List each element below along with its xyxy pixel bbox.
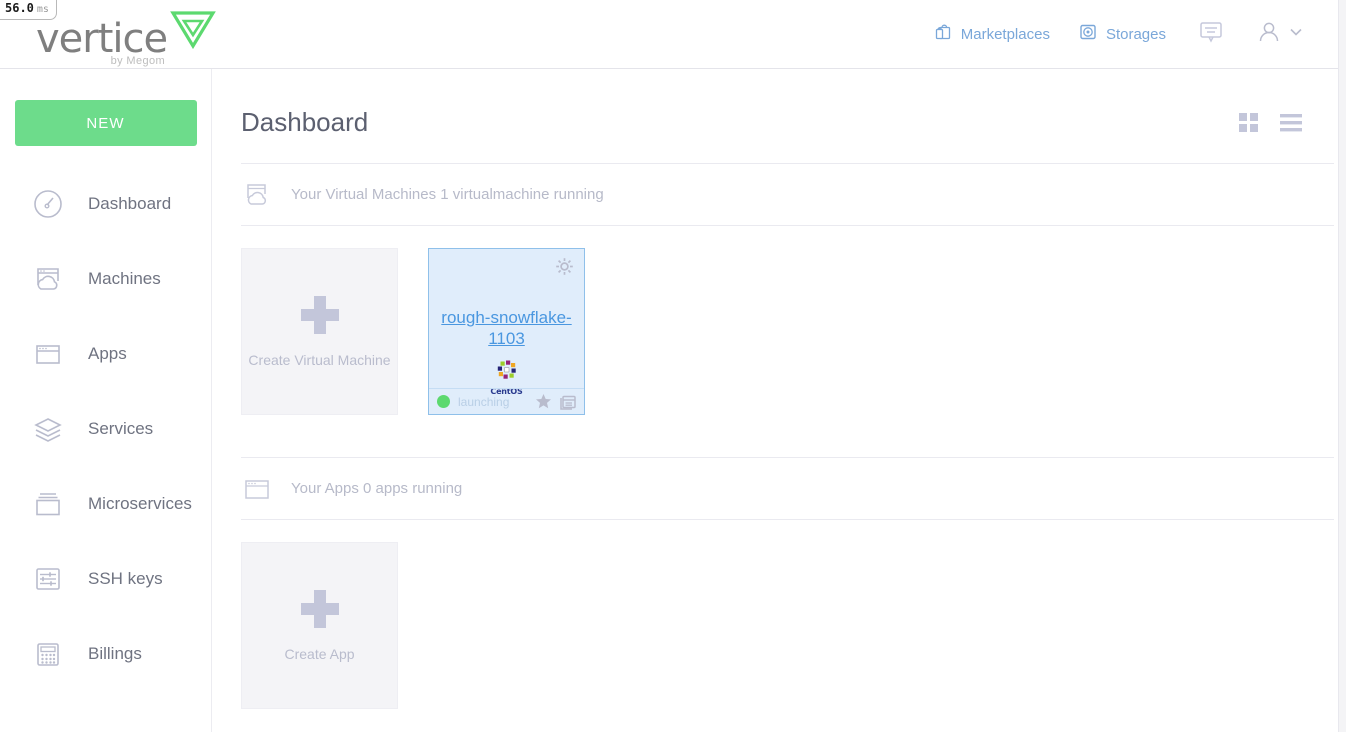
centos-logo-icon <box>496 359 518 386</box>
nav-label-marketplaces: Marketplaces <box>960 25 1050 43</box>
section-label-apps: Your Apps 0 apps running <box>291 480 463 497</box>
section-header-apps: Your Apps 0 apps running <box>241 457 1334 519</box>
create-app-label: Create App <box>284 645 355 662</box>
sidebar-item-services[interactable]: Services <box>0 391 211 466</box>
sidebar-item-billings[interactable]: Billings <box>0 616 211 691</box>
performance-badge: 56.0 ms <box>0 0 57 20</box>
page-right-edge <box>1338 0 1346 732</box>
sidebar-label-machines: Machines <box>88 268 161 288</box>
virtual-machines-tiles: Create Virtual Machine rough-snowflake-1… <box>212 226 1338 415</box>
sidebar-label-microservices: Microservices <box>88 493 192 513</box>
virtual-machine-status: launching <box>458 394 510 409</box>
sidebar-item-machines[interactable]: Machines <box>0 241 211 316</box>
sidebar-label-services: Services <box>88 418 154 438</box>
new-button[interactable]: NEW <box>14 100 197 146</box>
triangle-logo-icon <box>170 9 216 54</box>
nav-label-storages: Storages <box>1105 25 1166 43</box>
top-navigation: Marketplaces Storages <box>919 0 1338 68</box>
storage-disk-icon <box>1078 22 1098 46</box>
sidebar-item-apps[interactable]: Apps <box>0 316 211 391</box>
plus-icon <box>300 589 339 628</box>
sidebar-label-dashboard: Dashboard <box>88 193 172 213</box>
window-icon <box>241 472 281 506</box>
user-avatar-icon <box>1256 19 1282 50</box>
section-header-virtual-machines: Your Virtual Machines 1 virtualmachine r… <box>241 163 1334 225</box>
create-virtual-machine-tile[interactable]: Create Virtual Machine <box>241 248 398 415</box>
virtual-machine-card[interactable]: rough-snowflake-1103 CentOS launching <box>428 248 585 415</box>
star-icon[interactable] <box>535 393 552 410</box>
virtual-machine-card-footer: launching <box>429 388 584 414</box>
view-toggle-group <box>1239 113 1302 132</box>
calculator-icon <box>30 636 74 672</box>
page-header: Dashboard <box>212 69 1338 138</box>
grid-view-icon[interactable] <box>1239 113 1258 132</box>
cloud-machine-icon <box>30 261 74 297</box>
window-icon <box>30 336 74 372</box>
virtual-machine-name-link[interactable]: rough-snowflake-1103 <box>437 307 576 349</box>
status-indicator-dot <box>437 395 450 408</box>
main-content: Dashboard Your Virtual Machines 1 virtua… <box>212 69 1338 732</box>
sidebar-menu: Dashboard Machines Apps Services Microse… <box>0 166 211 691</box>
user-menu[interactable] <box>1242 19 1338 50</box>
gauge-icon <box>30 186 74 222</box>
sidebar: NEW Dashboard Machines Apps Services Mic… <box>0 69 212 732</box>
nav-item-marketplaces[interactable]: Marketplaces <box>919 22 1064 46</box>
gear-icon[interactable] <box>555 257 574 276</box>
plus-icon <box>300 295 339 334</box>
page-title: Dashboard <box>241 107 369 137</box>
sidebar-item-dashboard[interactable]: Dashboard <box>0 166 211 241</box>
marketplace-bag-icon <box>933 22 953 46</box>
nav-item-storages[interactable]: Storages <box>1064 22 1180 46</box>
chevron-down-icon <box>1288 24 1304 45</box>
brand-text: vertice by Megom <box>36 16 168 67</box>
message-bubble-icon <box>1198 20 1224 49</box>
section-label-virtual-machines: Your Virtual Machines 1 virtualmachine r… <box>291 186 604 203</box>
brand-logo[interactable]: vertice by Megom <box>36 9 216 67</box>
sidebar-item-ssh-keys[interactable]: SSH keys <box>0 541 211 616</box>
apps-tiles: Create App <box>212 520 1338 709</box>
cloud-machine-icon <box>241 178 281 212</box>
messages-button[interactable] <box>1180 20 1242 49</box>
sliders-icon <box>30 561 74 597</box>
performance-unit: ms <box>36 4 49 15</box>
create-virtual-machine-label: Create Virtual Machine <box>248 351 391 368</box>
brand-name: vertice <box>36 16 168 62</box>
brand-tagline: by Megom <box>110 55 166 67</box>
sidebar-item-microservices[interactable]: Microservices <box>0 466 211 541</box>
sidebar-label-apps: Apps <box>88 343 127 363</box>
list-view-icon[interactable] <box>1280 113 1302 132</box>
stacked-window-icon <box>30 486 74 522</box>
top-header-bar: vertice by Megom Marketplaces Storages <box>0 0 1338 69</box>
create-app-tile[interactable]: Create App <box>241 542 398 709</box>
virtual-machine-actions <box>535 393 576 410</box>
sidebar-label-billings: Billings <box>88 643 142 663</box>
terminal-icon[interactable] <box>559 393 576 410</box>
performance-value: 56.0 <box>5 1 34 15</box>
layers-icon <box>30 411 74 447</box>
sidebar-label-ssh-keys: SSH keys <box>88 568 163 588</box>
